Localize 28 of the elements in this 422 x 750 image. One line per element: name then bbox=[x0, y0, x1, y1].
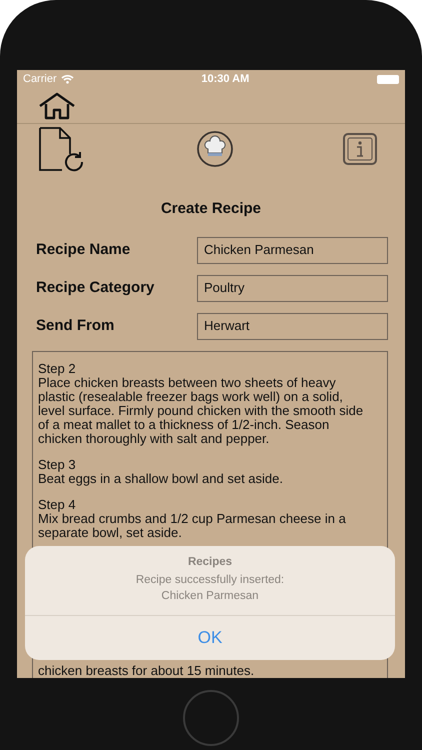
wifi-icon bbox=[60, 74, 74, 84]
info-button[interactable] bbox=[343, 133, 377, 165]
chef-hat-icon bbox=[196, 131, 234, 167]
alert-title: Recipes bbox=[188, 555, 232, 570]
alert-message: Recipe successfully inserted: bbox=[136, 573, 284, 588]
battery-icon bbox=[376, 74, 399, 84]
step-text: Beat eggs in a shallow bowl and set aside. bbox=[38, 472, 284, 486]
home-icon bbox=[38, 92, 76, 120]
field-label: Send From bbox=[36, 316, 114, 336]
alert-detail: Chicken Parmesan bbox=[161, 589, 259, 604]
page-title: Create Recipe bbox=[160, 199, 262, 219]
step-text: Place chicken breasts between two sheets of heavy plastic (resealable freezer bags work well) on a solid, level surface. Firmly pound chicken with the smooth side of a meat mallet to a thickness of 1/2-inch. Season chicken thoroughly with salt and pepper. bbox=[38, 376, 364, 446]
chef-button[interactable] bbox=[196, 131, 234, 167]
step-heading: Step 3 bbox=[38, 458, 77, 472]
new-document-button[interactable] bbox=[38, 126, 86, 172]
step-text: Mix bread crumbs and 1/2 cup Parmesan cheese in a separate bowl, set aside. bbox=[38, 512, 347, 540]
field-label: Recipe Category bbox=[36, 278, 154, 298]
status-time: 10:30 AM bbox=[201, 72, 250, 87]
input-field[interactable]: Poultry bbox=[197, 274, 388, 302]
step-text: chicken breasts for about 15 minutes. bbox=[38, 664, 256, 678]
info-icon bbox=[343, 133, 377, 165]
step-heading: Step 4 bbox=[38, 498, 77, 512]
input-field[interactable]: Chicken Parmesan bbox=[197, 236, 388, 264]
document-refresh-icon bbox=[38, 126, 86, 172]
input-field[interactable]: Herwart bbox=[197, 312, 388, 340]
step-heading: Step 2 bbox=[38, 362, 77, 376]
carrier-label: Carrier bbox=[23, 72, 57, 87]
field-label: Recipe Name bbox=[36, 240, 130, 260]
